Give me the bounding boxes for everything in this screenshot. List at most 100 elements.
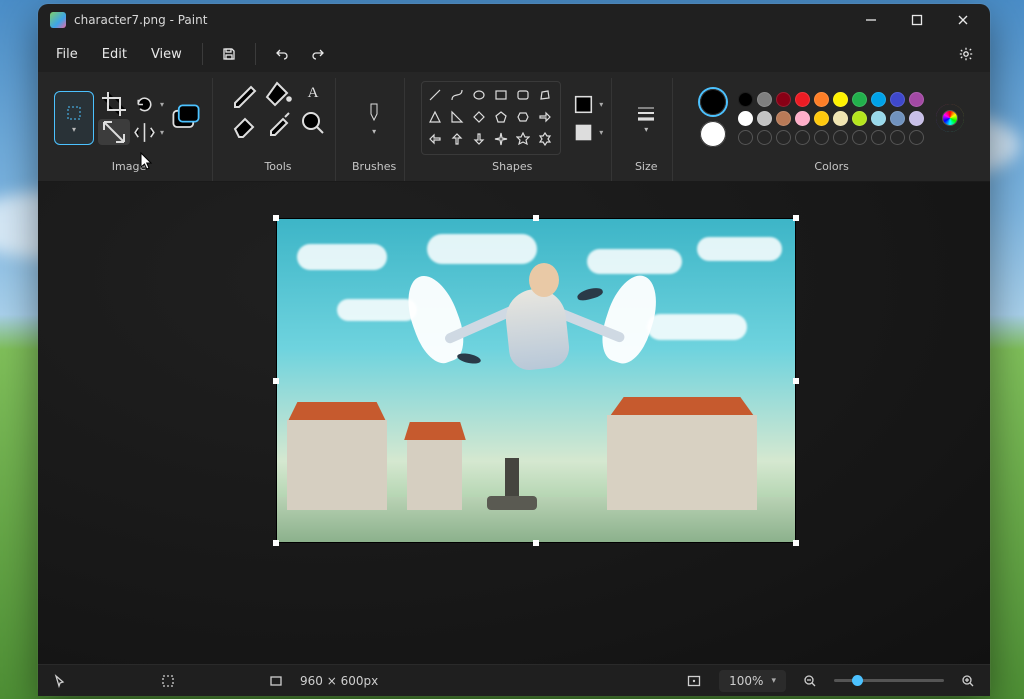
brushes-button[interactable]: ▾ — [356, 91, 392, 145]
menu-file[interactable]: File — [46, 41, 88, 68]
resize-tool[interactable] — [98, 119, 130, 145]
shape-pentagon[interactable] — [492, 108, 510, 126]
shape-oval[interactable] — [470, 86, 488, 104]
color-swatch[interactable] — [757, 92, 772, 107]
group-shapes: Shapes — [413, 78, 612, 181]
color-swatch[interactable] — [833, 92, 848, 107]
custom-color-slot[interactable] — [738, 130, 753, 145]
group-label-shapes: Shapes — [492, 156, 532, 179]
selection-size-icon — [156, 669, 180, 693]
color-1[interactable] — [700, 89, 726, 115]
color-swatch[interactable] — [738, 92, 753, 107]
magnifier-tool[interactable] — [297, 110, 329, 136]
color-swatch[interactable] — [909, 92, 924, 107]
shape-arrow-up[interactable] — [448, 130, 466, 148]
shape-arrow-right[interactable] — [536, 108, 554, 126]
canvas-holder — [276, 218, 796, 543]
maximize-button[interactable] — [894, 4, 940, 36]
shape-curve[interactable] — [448, 86, 466, 104]
menubar: File Edit View — [38, 36, 990, 72]
shape-rect[interactable] — [492, 86, 510, 104]
color-swatch[interactable] — [776, 92, 791, 107]
select-tool[interactable]: ▾ — [54, 91, 94, 145]
canvas[interactable] — [276, 218, 796, 543]
shape-diamond[interactable] — [470, 108, 488, 126]
color-swatch[interactable] — [795, 111, 810, 126]
close-button[interactable] — [940, 4, 986, 36]
color-swatch[interactable] — [776, 111, 791, 126]
titlebar: character7.png - Paint — [38, 4, 990, 36]
color-swatch[interactable] — [852, 92, 867, 107]
custom-color-slot[interactable] — [776, 130, 791, 145]
custom-color-slot[interactable] — [833, 130, 848, 145]
pencil-tool[interactable] — [229, 80, 261, 106]
shape-arrow-down[interactable] — [470, 130, 488, 148]
statusbar: 960 × 600px 100% ▾ — [38, 664, 990, 696]
color-swatch[interactable] — [833, 111, 848, 126]
menu-edit[interactable]: Edit — [92, 41, 137, 68]
color-swatch[interactable] — [890, 111, 905, 126]
ribbon: ▾ Image — [38, 72, 990, 182]
group-brushes: ▾ Brushes — [344, 78, 405, 181]
minimize-button[interactable] — [848, 4, 894, 36]
color-swatch[interactable] — [814, 92, 829, 107]
group-image: ▾ Image — [46, 78, 213, 181]
edit-colors-button[interactable] — [936, 104, 964, 132]
shape-roundrect[interactable] — [514, 86, 532, 104]
shape-star5[interactable] — [514, 130, 532, 148]
window-title: character7.png - Paint — [74, 13, 207, 27]
color-2[interactable] — [700, 121, 726, 147]
rotate-tool[interactable] — [132, 91, 164, 117]
shape-star6[interactable] — [536, 130, 554, 148]
zoom-out-button[interactable] — [798, 669, 822, 693]
save-button[interactable] — [213, 38, 245, 70]
color-swatch[interactable] — [757, 111, 772, 126]
zoom-slider[interactable] — [834, 679, 944, 682]
redo-button[interactable] — [302, 38, 334, 70]
text-tool[interactable]: A — [297, 80, 329, 106]
color-swatch[interactable] — [795, 92, 810, 107]
group-label-brushes: Brushes — [352, 156, 396, 179]
custom-color-slot[interactable] — [757, 130, 772, 145]
shape-outline-button[interactable] — [571, 91, 603, 117]
flip-tool[interactable] — [132, 119, 164, 145]
color-swatch[interactable] — [852, 111, 867, 126]
fit-to-window-button[interactable] — [681, 668, 707, 694]
zoom-in-button[interactable] — [956, 669, 980, 693]
shape-line[interactable] — [426, 86, 444, 104]
custom-color-slot[interactable] — [852, 130, 867, 145]
menu-view[interactable]: View — [141, 41, 192, 68]
shapes-gallery[interactable] — [421, 81, 561, 155]
group-colors: Colors — [681, 78, 982, 181]
settings-button[interactable] — [950, 38, 982, 70]
group-size: ▾ Size — [620, 78, 673, 181]
fill-tool[interactable] — [263, 80, 295, 106]
canvas-area[interactable] — [38, 182, 990, 664]
custom-color-slot[interactable] — [795, 130, 810, 145]
zoom-dropdown[interactable]: 100% ▾ — [719, 670, 786, 692]
canvas-size-icon — [264, 669, 288, 693]
shape-right-triangle[interactable] — [448, 108, 466, 126]
shape-fill-button[interactable] — [571, 119, 603, 145]
custom-color-slot[interactable] — [871, 130, 886, 145]
shape-polygon[interactable] — [536, 86, 554, 104]
image-layers-button[interactable] — [168, 100, 204, 136]
crop-tool[interactable] — [98, 91, 130, 117]
shape-star4[interactable] — [492, 130, 510, 148]
shape-arrow-left[interactable] — [426, 130, 444, 148]
color-swatch[interactable] — [871, 92, 886, 107]
color-swatch[interactable] — [814, 111, 829, 126]
custom-color-slot[interactable] — [890, 130, 905, 145]
size-button[interactable]: ▾ — [628, 91, 664, 145]
color-swatch[interactable] — [738, 111, 753, 126]
custom-color-slot[interactable] — [814, 130, 829, 145]
shape-hexagon[interactable] — [514, 108, 532, 126]
undo-button[interactable] — [266, 38, 298, 70]
color-swatch[interactable] — [871, 111, 886, 126]
shape-triangle[interactable] — [426, 108, 444, 126]
color-swatch[interactable] — [890, 92, 905, 107]
custom-color-slot[interactable] — [909, 130, 924, 145]
color-swatch[interactable] — [909, 111, 924, 126]
color-picker-tool[interactable] — [263, 110, 295, 136]
eraser-tool[interactable] — [229, 110, 261, 136]
